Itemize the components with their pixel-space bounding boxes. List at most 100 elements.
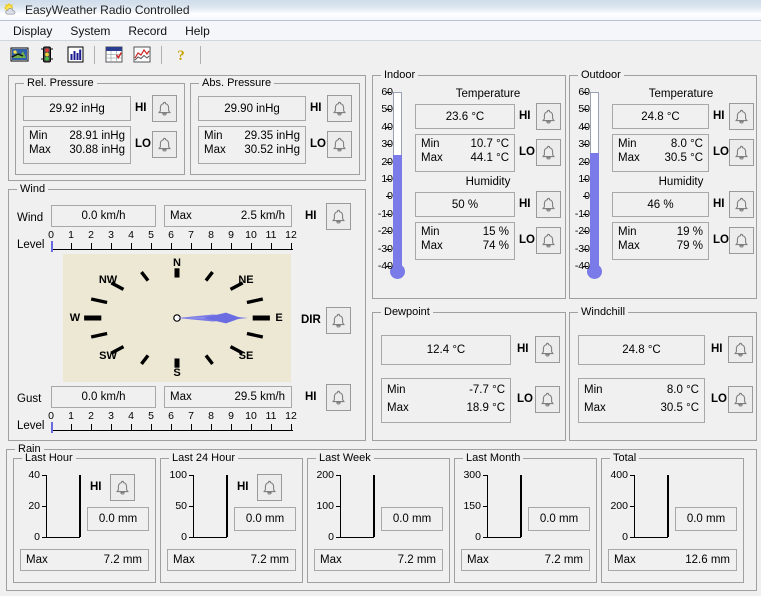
wind-dir-label: DIR xyxy=(301,314,321,326)
indoor-hum-max-label: Max xyxy=(421,240,443,252)
compass-tick xyxy=(246,297,264,305)
outdoor-hum-max-value: 79 % xyxy=(676,240,703,252)
abs-pressure-min-value: 29.35 inHg xyxy=(244,130,300,142)
thermometer-scale-tick xyxy=(583,196,588,198)
dewpoint-lo-alarm-button[interactable] xyxy=(535,386,560,413)
rain-value-field: 0.0 mm xyxy=(675,507,737,531)
rel-pressure-lo-alarm-button[interactable] xyxy=(152,131,177,158)
level-scale-tick xyxy=(171,243,172,250)
level-scale-tick xyxy=(291,424,292,431)
thermometer-mercury xyxy=(590,153,599,266)
rain-chart-ytick xyxy=(336,537,340,538)
windchill-min-label: Min xyxy=(584,384,603,396)
thermometer-scale-tick xyxy=(583,92,588,93)
level-scale-tick xyxy=(91,243,92,250)
level-scale-tick-label: 12 xyxy=(285,410,297,422)
outdoor-hum-lo-alarm-button[interactable] xyxy=(729,227,754,254)
abs-pressure-legend: Abs. Pressure xyxy=(199,77,275,89)
level-scale-tick xyxy=(71,424,72,431)
gust-hi-alarm-button[interactable] xyxy=(326,384,351,411)
indoor-temp-hi-label: HI xyxy=(519,110,531,122)
rain-value-text: 0.0 mm xyxy=(392,513,432,525)
rain-chart-ytick xyxy=(189,506,193,507)
rain-chart-yaxis xyxy=(634,475,635,537)
indoor-temp-hi-alarm-button[interactable] xyxy=(536,103,561,130)
outdoor-thermometer: 6050403020100-10-20-30-40 xyxy=(574,86,612,286)
rain-max-value: 7.2 mm xyxy=(397,554,436,566)
outdoor-hum-min-label: Min xyxy=(618,226,637,238)
level-scale-tick-label: 3 xyxy=(108,410,114,422)
rain-max-value: 7.2 mm xyxy=(103,554,142,566)
dewpoint-value: 12.4 °C xyxy=(381,335,511,365)
menu-record[interactable]: Record xyxy=(119,22,176,40)
dewpoint-value-text: 12.4 °C xyxy=(426,344,466,356)
menu-system[interactable]: System xyxy=(61,22,119,40)
rel-pressure-hi-alarm-button[interactable] xyxy=(152,95,177,122)
help-question-button[interactable]: ? xyxy=(168,43,194,67)
indoor-hum-lo-alarm-button[interactable] xyxy=(536,227,561,254)
thermometer-scale-tick xyxy=(583,161,588,163)
abs-pressure-lo-alarm-button[interactable] xyxy=(327,131,352,158)
outdoor-hum-min-value: 19 % xyxy=(676,226,703,238)
station-setup-button[interactable] xyxy=(6,43,32,67)
indoor-temp-lo-alarm-button[interactable] xyxy=(536,139,561,166)
wind-level-scale: 0 1 2 3 4 5 6 7 8 9 10 11 12 xyxy=(48,219,297,252)
thermometer-scale-tick xyxy=(583,266,588,267)
wind-hi-alarm-button[interactable] xyxy=(326,203,351,230)
outdoor-temp-lo-label: LO xyxy=(713,146,729,158)
dewpoint-min-value: -7.7 °C xyxy=(469,384,505,396)
rain-chart-bar xyxy=(520,475,522,537)
level-scale-tick xyxy=(251,424,252,431)
thermometer-scale-tick xyxy=(386,126,391,128)
outdoor-temp-hi-alarm-button[interactable] xyxy=(729,103,754,130)
level-scale-tick-label: 8 xyxy=(208,229,214,241)
line-graph-button[interactable] xyxy=(129,43,155,67)
rel-pressure-max-label: Max xyxy=(29,144,51,156)
rain-max-label: Max xyxy=(173,554,195,566)
rain-chart-yaxis xyxy=(340,475,341,537)
rain-max-label: Max xyxy=(614,554,636,566)
rain-hi-alarm-button[interactable] xyxy=(257,474,282,501)
calendar-table-button[interactable] xyxy=(101,43,127,67)
rain-chart-ylabel: 0 xyxy=(622,531,628,543)
outdoor-hum-max-label: Max xyxy=(618,240,640,252)
abs-pressure-group: Abs. Pressure 29.90 inHg HI Min 29.35 inH… xyxy=(190,77,360,175)
dewpoint-max-label: Max xyxy=(387,402,409,414)
level-scale-tick-label: 7 xyxy=(188,229,194,241)
menu-display[interactable]: Display xyxy=(4,22,61,40)
windchill-lo-alarm-button[interactable] xyxy=(728,386,753,413)
rain-chart-ytick xyxy=(189,537,193,538)
indoor-hum-hi-alarm-button[interactable] xyxy=(536,191,561,218)
outdoor-temp-max-value: 30.5 °C xyxy=(664,152,703,164)
thermometer-scale-tick xyxy=(386,109,391,111)
menu-help[interactable]: Help xyxy=(176,22,219,40)
dewpoint-max-value: 18.9 °C xyxy=(466,402,505,414)
bar-chart-button[interactable] xyxy=(62,43,88,67)
rain-chart-ylabel: 300 xyxy=(463,469,481,481)
thermometer-scale-tick xyxy=(583,231,588,233)
outdoor-hum-hi-alarm-button[interactable] xyxy=(729,191,754,218)
outdoor-temperature-label: Temperature xyxy=(648,88,714,100)
indoor-humidity-text: 50 % xyxy=(451,198,479,211)
outdoor-hum-hi-label: HI xyxy=(713,198,725,210)
abs-pressure-hi-alarm-button[interactable] xyxy=(327,95,352,122)
dewpoint-hi-alarm-button[interactable] xyxy=(535,336,560,363)
rain-max-value: 7.2 mm xyxy=(250,554,289,566)
level-scale-tick xyxy=(231,424,232,431)
rain-chart-ylabel: 20 xyxy=(28,500,40,512)
outdoor-humidity-label: Humidity xyxy=(658,176,704,188)
level-scale-tick-label: 7 xyxy=(188,410,194,422)
wind-dir-alarm-button[interactable] xyxy=(326,307,351,334)
thermometer-scale-tick xyxy=(386,266,391,267)
indoor-hum-hi-label: HI xyxy=(519,198,531,210)
indoor-humidity-minmax: Min 15 % Max 74 % xyxy=(415,222,515,260)
toolbar-separator-3 xyxy=(200,45,201,64)
traffic-light-button[interactable] xyxy=(34,43,60,67)
rain-chart-ylabel: 0 xyxy=(328,531,334,543)
windchill-hi-alarm-button[interactable] xyxy=(728,336,753,363)
outdoor-temp-lo-alarm-button[interactable] xyxy=(729,139,754,166)
level-scale-tick-label: 5 xyxy=(148,410,154,422)
rain-hi-alarm-button[interactable] xyxy=(110,474,135,501)
compass-label-ne: NE xyxy=(238,274,254,286)
sun-cloud-icon xyxy=(3,3,19,17)
